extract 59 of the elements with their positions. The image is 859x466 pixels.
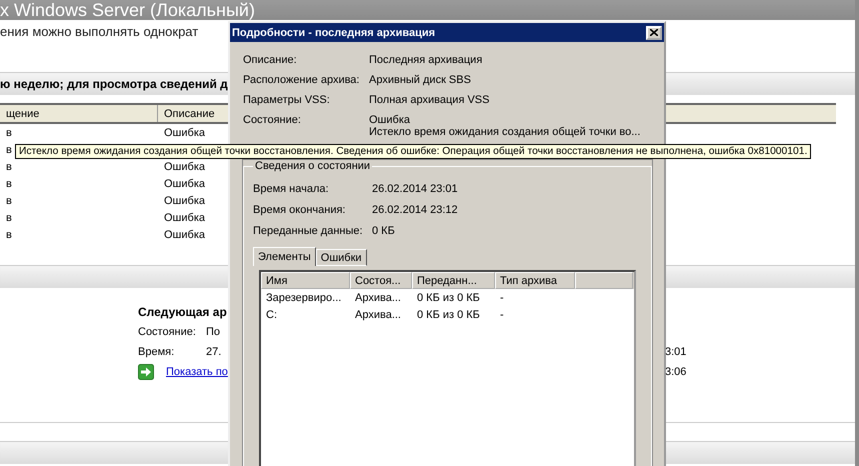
group-legend: Сведения о состоянии: [253, 160, 372, 172]
dialog-title: Подробности - последняя архивация: [232, 26, 436, 38]
tooltip: Истекло время ожидания создания общей точки восстановления. Сведения об ошибке: Операция общей точки восстановления не выполнена, ошибка 0x81000101.: [15, 144, 812, 159]
table-cell: Ошибка: [164, 194, 205, 206]
tab[interactable]: Ошибки: [316, 249, 367, 266]
status-detail: Истекло время ожидания создания общей точки во...: [369, 126, 642, 138]
close-icon: [650, 29, 658, 36]
field-value: 0 КБ: [372, 224, 396, 236]
window-title: x Windows Server (Локальный): [0, 0, 255, 20]
field-value: 26.02.2014 23:12: [372, 204, 459, 216]
column-header[interactable]: Тип архива: [495, 272, 575, 289]
field-value: Ошибка: [369, 114, 411, 126]
column-header[interactable]: щение: [0, 105, 158, 122]
column-header[interactable]: Имя: [261, 272, 350, 289]
table-cell: Ошибка: [164, 178, 205, 190]
list-cell-text: -: [499, 308, 505, 320]
field-value: Полная архивация VSS: [369, 94, 490, 106]
field-value: По: [206, 326, 220, 338]
field-value: Архивный диск SBS: [369, 74, 472, 86]
banner-text: ю неделю; для просмотра сведений д: [0, 77, 228, 91]
table-cell: в: [6, 144, 12, 156]
field-label: Расположение архива:: [243, 74, 360, 88]
field-label: Описание:: [243, 54, 298, 68]
list-cell-text: Зарезервиро...: [265, 292, 342, 304]
list-cell-text: 0 КБ из 0 КБ: [416, 292, 481, 304]
table-cell: в: [6, 228, 12, 240]
table-cell: в: [6, 212, 12, 224]
section-heading: Следующая ар: [138, 305, 227, 319]
field-value: 26.02.2014 23:01: [372, 182, 459, 194]
time-value: 3:01: [664, 346, 686, 358]
column-header[interactable]: Переданн...: [412, 272, 495, 289]
table-cell: в: [6, 126, 12, 138]
table-cell: в: [6, 178, 12, 190]
close-button[interactable]: [646, 26, 662, 40]
table-cell: Ошибка: [164, 160, 205, 172]
table-cell: в: [6, 160, 12, 172]
list-cell-text: Архива...: [354, 292, 402, 304]
field-value: 27.: [206, 346, 222, 358]
field-label: Время окончания:: [253, 204, 346, 216]
details-link[interactable]: Показать по: [166, 366, 228, 378]
list-cell-text: 0 КБ из 0 КБ: [416, 308, 481, 320]
field-label: Переданные данные:: [253, 224, 364, 236]
table-cell: Ошибка: [164, 212, 205, 224]
list-cell-text: -: [499, 292, 505, 304]
time-value: 3:06: [664, 366, 686, 378]
field-label: Состояние:: [243, 114, 302, 128]
field-label: Параметры VSS:: [243, 94, 331, 108]
table-cell: Ошибка: [164, 228, 205, 240]
list-cell-text: Архива...: [354, 308, 402, 320]
field-label: Время начала:: [253, 182, 330, 194]
tab[interactable]: Элементы: [253, 247, 316, 266]
table-cell: в: [6, 194, 12, 206]
intro-text: ения можно выполнять однократ: [0, 23, 198, 41]
column-header[interactable]: Состоя...: [350, 272, 412, 289]
field-label: Время:: [138, 346, 174, 358]
list-cell-text: C:: [265, 308, 278, 320]
field-value: Последняя архивация: [369, 54, 484, 66]
table-cell: Ошибка: [164, 126, 205, 138]
field-label: Состояние:: [138, 326, 196, 338]
